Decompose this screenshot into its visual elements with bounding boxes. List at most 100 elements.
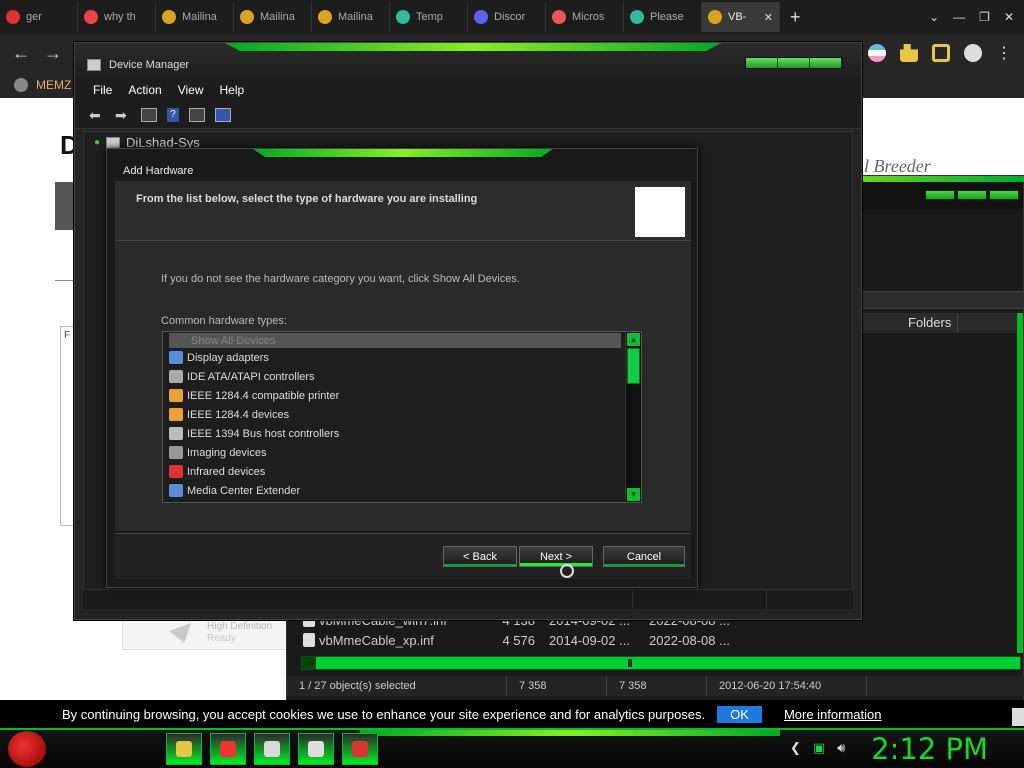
file-date-created: 2014-09-02 ... [549,632,630,648]
help-icon[interactable]: ? [167,107,179,122]
profile-avatar-icon[interactable] [964,44,982,62]
minimize-button[interactable] [746,58,778,68]
menu-help[interactable]: Help [220,83,245,97]
browser-tab[interactable]: Micros [546,2,624,32]
hardware-type-item[interactable]: IEEE 1394 Bus host controllers [163,424,641,443]
audio-device-status: Ready [207,633,236,644]
scroll-up-button[interactable]: ▲ [627,333,640,346]
taskbar-apps [166,733,378,765]
titlebar-glow [225,43,721,51]
tab-favicon-icon [630,10,644,24]
next-button[interactable]: Next > [519,546,593,567]
explorer-vertical-scrollbar[interactable] [1017,313,1023,653]
device-manager-title-text: Device Manager [109,59,190,71]
page-scrollbar[interactable] [1012,708,1024,726]
hardware-list-scrollbar[interactable]: ▲ ▼ [625,332,641,502]
taskbar-app-paint[interactable] [254,733,290,765]
hardware-type-item[interactable]: Imaging devices [163,443,641,462]
cookie-consent-bar: By continuing browsing, you accept cooki… [0,700,1024,728]
close-button[interactable] [810,58,842,68]
properties-icon[interactable] [141,107,157,122]
taskbar-app-explorer[interactable] [166,733,202,765]
forward-arrow-icon[interactable]: → [44,43,66,64]
maximize-button[interactable] [778,58,810,68]
more-menu-icon[interactable]: ⋮ [996,43,1012,63]
browser-tab[interactable]: Mailina [156,2,234,32]
scroll-thumb[interactable] [627,348,640,384]
start-button-icon[interactable] [8,731,46,767]
browser-tab[interactable]: Temp [390,2,468,32]
file-row[interactable]: vbMmeCable_xp.inf 4 576 2014-09-02 ... 2022… [287,630,1024,650]
browser-tab[interactable]: why th [78,2,156,32]
tab-favicon-icon [474,10,488,24]
menu-action[interactable]: Action [128,83,161,97]
browser-tab[interactable]: Mailina [312,2,390,32]
browser-maximize-button[interactable]: ❐ [979,10,990,24]
explorer-maximize-button[interactable] [957,190,987,200]
menu-view[interactable]: View [178,83,204,97]
hardware-types-list[interactable]: Show All Devices Display adapters IDE ATA/… [162,331,642,503]
back-arrow-icon[interactable]: ← [12,43,34,64]
taskbar-clock[interactable]: 2:12 PM [871,732,988,766]
hardware-type-item[interactable]: Display adapters [163,348,641,367]
hardware-type-item[interactable]: Infrared devices [163,462,641,481]
explorer-horizontal-scrollbar[interactable] [301,656,1021,670]
hardware-type-item[interactable]: Media Center Extender [163,481,641,500]
browser-tab[interactable]: Mailina [234,2,312,32]
tree-expand-icon[interactable]: ● [94,137,100,148]
hardware-type-item[interactable]: IEEE 1284.4 compatible printer [163,386,641,405]
browser-close-button[interactable]: ✕ [1004,10,1014,24]
puzzle-extension-icon[interactable] [900,44,918,62]
explorer-minimize-button[interactable] [925,190,955,200]
camera-icon [169,446,183,459]
forward-arrow-icon[interactable]: ➡ [115,108,131,122]
scroll-left-button[interactable] [302,657,316,669]
browser-tab[interactable]: Please [624,2,702,32]
bookmark-memz[interactable]: MEMZ [36,78,71,92]
tab-close-icon[interactable]: ✕ [764,11,773,24]
scroll-down-button[interactable]: ▼ [627,488,640,501]
back-button[interactable]: < Back [443,546,517,567]
tab-label: why th [104,11,136,23]
ide-icon [169,370,183,383]
network-icon[interactable]: ▣ [813,740,825,756]
browser-window-controls: ⌄ — ❐ ✕ [929,10,1024,24]
cookie-more-info-link[interactable]: More information [784,707,882,722]
scan-hardware-icon[interactable] [215,107,231,122]
new-tab-button[interactable]: + [780,7,811,28]
browser-tab[interactable]: VB- ✕ [702,2,780,32]
flag-extension-icon[interactable] [868,44,886,62]
taskbar-app-chrome[interactable] [210,733,246,765]
browser-minimize-button[interactable]: — [953,10,965,24]
taskbar-app-device-manager[interactable] [342,733,378,765]
view-icon[interactable] [189,107,205,122]
browser-tab[interactable]: Discor [468,2,546,32]
audio-device-title: High Definition [207,621,273,632]
menu-file[interactable]: File [93,83,112,97]
printer-icon [169,408,183,421]
file-name-cell: vbMmeCable_xp.inf [287,633,469,648]
tab-label: Please [650,11,684,23]
device-manager-window-controls [745,57,843,69]
wizard-image [635,187,685,237]
browser-tab[interactable]: ger [0,2,78,32]
tray-expand-icon[interactable]: ❮ [790,740,801,756]
explorer-close-button[interactable] [989,190,1019,200]
tab-favicon-icon [162,10,176,24]
volume-icon[interactable]: 🔊︎ [837,740,845,756]
browser-tab-menu-icon[interactable]: ⌄ [929,10,939,24]
folders-header-label[interactable]: Folders [862,313,958,333]
hardware-type-item[interactable]: IDE ATA/ATAPI controllers [163,367,641,386]
taskbar-app-7zip[interactable] [298,733,334,765]
hardware-type-item[interactable]: Show All Devices [169,333,621,348]
browser-tab-strip: ger why th Mailina Mailina Mailina Temp Discor… [0,0,1024,34]
file-size: 4 576 [502,632,535,648]
sidebar-icon[interactable] [932,44,950,62]
cookie-ok-button[interactable]: OK [717,705,762,723]
explorer-address-bar[interactable] [857,291,1024,309]
back-arrow-icon[interactable]: ⬅ [89,108,105,122]
cancel-button[interactable]: Cancel [603,546,685,567]
tab-label: Temp [416,11,443,23]
hardware-type-item[interactable]: IEEE 1284.4 devices [163,405,641,424]
tab-favicon-icon [318,10,332,24]
